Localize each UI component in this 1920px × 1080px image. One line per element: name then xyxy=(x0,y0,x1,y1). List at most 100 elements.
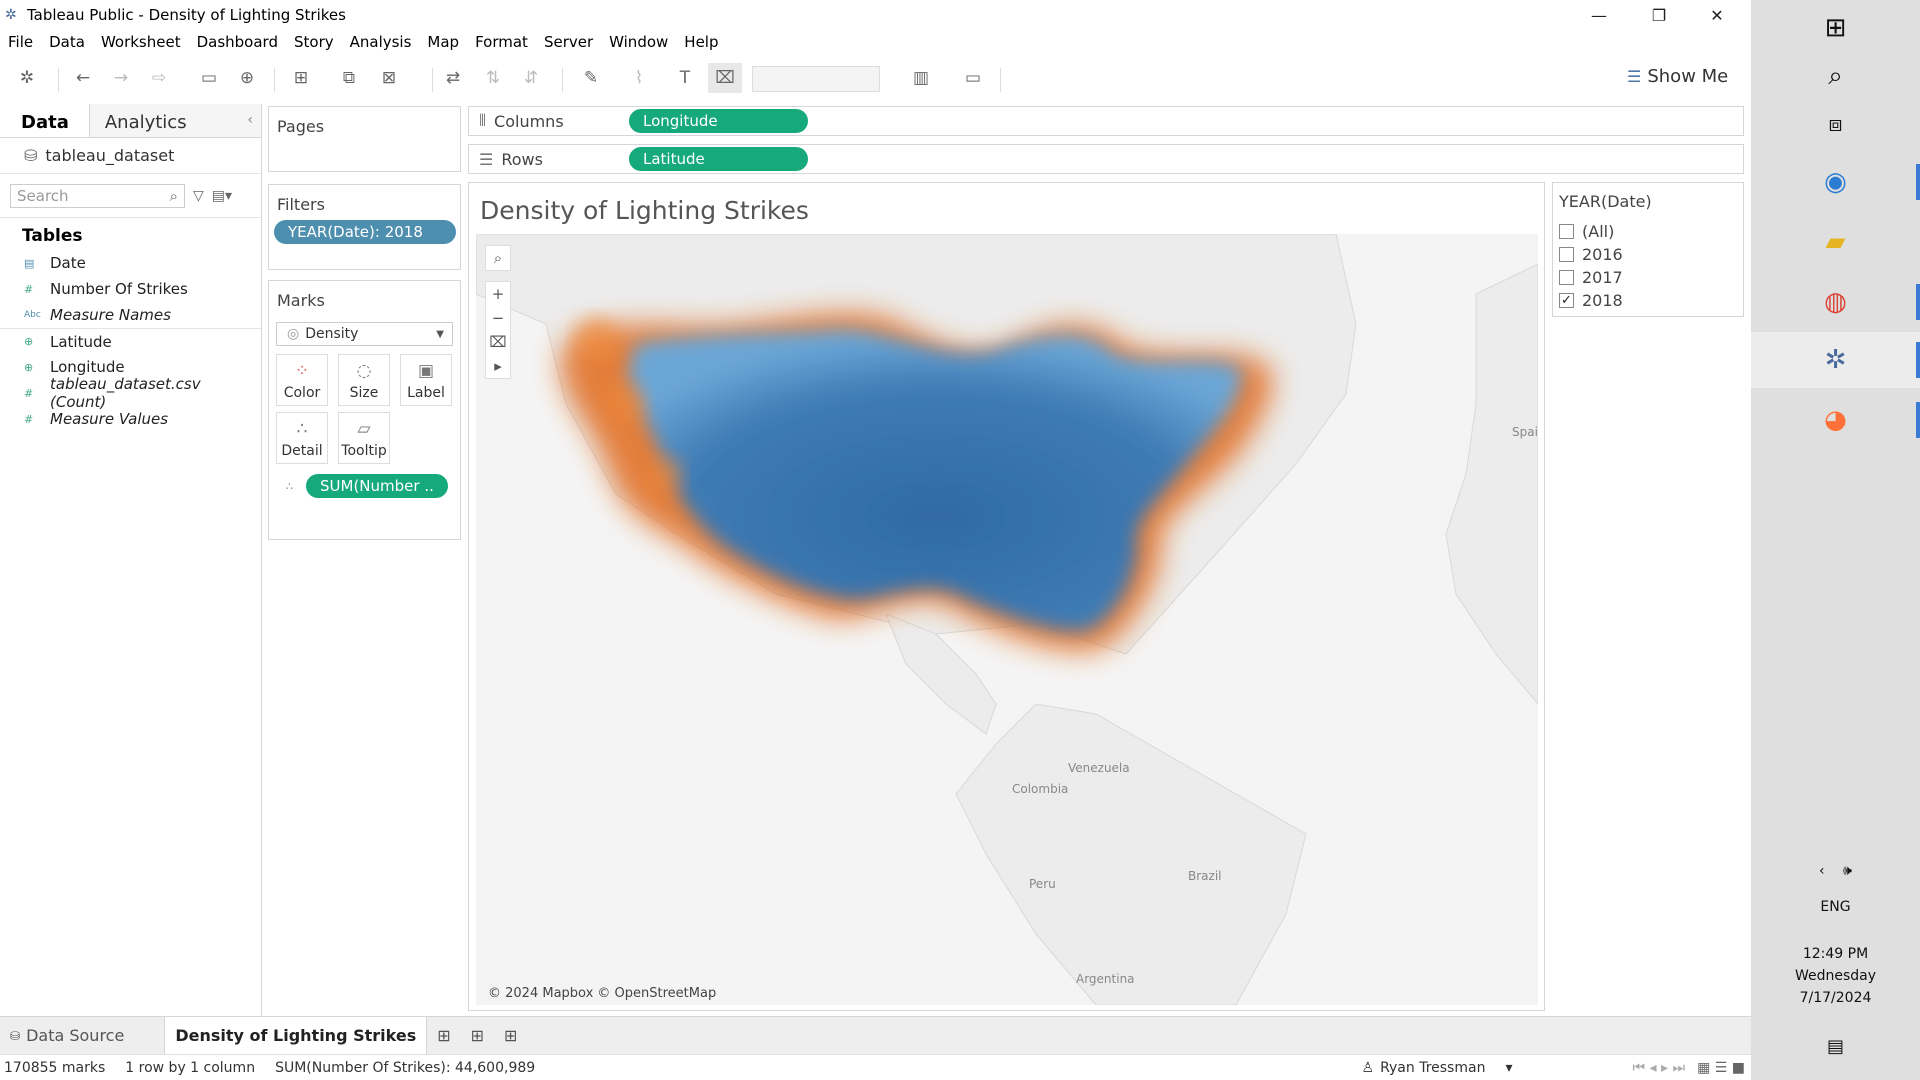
file-explorer-icon[interactable]: ▰ xyxy=(1751,214,1920,270)
show-me-button[interactable]: ☰ Show Me xyxy=(1627,66,1728,87)
year-option-all[interactable]: (All) xyxy=(1553,220,1743,243)
search-input[interactable]: Search ⌕ xyxy=(10,183,185,208)
year-option-label: 2017 xyxy=(1582,268,1623,287)
size-button[interactable]: ◌ Size xyxy=(338,354,390,406)
collapse-pane-icon[interactable]: ‹ xyxy=(247,112,253,128)
mark-type-dropdown[interactable]: ◎ Density ▼ xyxy=(276,322,453,346)
firefox-icon[interactable]: ◕ xyxy=(1751,392,1920,448)
tooltip-button[interactable]: ▱ Tooltip xyxy=(338,412,390,464)
map-canvas[interactable]: Spain Venezuela Colombia Peru Brazil Arg… xyxy=(476,234,1538,1005)
rows-pill-latitude[interactable]: Latitude xyxy=(629,147,808,171)
menu-format[interactable]: Format xyxy=(467,33,536,51)
filter-pill-year[interactable]: YEAR(Date): 2018 xyxy=(274,220,456,244)
duplicate-sheet-icon[interactable]: ⧉ xyxy=(336,63,362,93)
field-dataset-count[interactable]: # tableau_dataset.csv (Count) xyxy=(0,375,261,411)
highlight-icon[interactable]: ✎ xyxy=(578,63,604,93)
year-option-2017[interactable]: 2017 xyxy=(1553,266,1743,289)
sheet-sorter-icon[interactable]: ▦ ☰ ■ xyxy=(1697,1060,1745,1076)
tableau-taskbar-icon[interactable]: ✲ xyxy=(1751,332,1920,388)
menu-window[interactable]: Window xyxy=(601,33,676,51)
redo-icon[interactable]: → xyxy=(108,63,134,93)
group-icon[interactable]: ⌇ xyxy=(626,63,652,93)
clear-tooltip-icon[interactable]: ⌧ xyxy=(708,63,742,93)
clock-time[interactable]: 12:49 PM xyxy=(1751,943,1920,965)
undo-icon[interactable]: ← xyxy=(70,63,96,93)
notification-icon[interactable]: ▤ xyxy=(1751,1036,1920,1058)
zoom-in-icon[interactable]: + xyxy=(485,282,511,306)
menu-help[interactable]: Help xyxy=(676,33,726,51)
tableau-home-icon[interactable]: ✲ xyxy=(14,63,40,93)
filter-icon[interactable]: ▽ xyxy=(193,188,204,204)
new-worksheet-tab-icon[interactable]: ⊞ xyxy=(427,1017,460,1055)
task-view-icon[interactable]: ⧈ xyxy=(1751,96,1920,152)
label-button[interactable]: ▣ Label xyxy=(400,354,452,406)
field-date[interactable]: ▤ Date xyxy=(0,250,261,276)
user-menu-chevron-icon[interactable]: ▾ xyxy=(1505,1060,1512,1076)
fit-dropdown[interactable] xyxy=(752,66,880,92)
datasource-item[interactable]: ⛁ tableau_dataset xyxy=(0,138,261,174)
viz-title: Density of Lighting Strikes xyxy=(480,196,809,225)
volume-icon[interactable]: 🕪 xyxy=(1843,863,1852,879)
data-source-label: Data Source xyxy=(26,1026,125,1045)
search-icon: ⌕ xyxy=(169,186,178,205)
view-options-icon[interactable]: ▤▾ xyxy=(212,188,232,204)
measure-pill[interactable]: SUM(Number .. xyxy=(306,474,448,498)
menu-file[interactable]: File xyxy=(0,33,41,51)
sort-ascending-icon[interactable]: ⇅ xyxy=(480,63,506,93)
clear-sheet-icon[interactable]: ⊠ xyxy=(374,63,404,93)
show-labels-icon[interactable]: T xyxy=(672,63,698,93)
new-datasource-icon[interactable]: ⊕ xyxy=(234,63,260,93)
columns-pill-longitude[interactable]: Longitude xyxy=(629,109,808,133)
menu-story[interactable]: Story xyxy=(286,33,342,51)
field-measure-names[interactable]: Abc Measure Names xyxy=(0,302,261,328)
pages-card[interactable]: Pages xyxy=(268,106,461,172)
edge-browser-icon[interactable]: ◉ xyxy=(1751,154,1920,210)
show-hidden-icons-chevron-icon[interactable]: ‹ xyxy=(1819,863,1825,879)
zoom-out-icon[interactable]: − xyxy=(485,306,511,330)
detail-button[interactable]: ∴ Detail xyxy=(276,412,328,464)
sheet-nav-icon[interactable]: ⏮ ◂ ▸ ⏭ xyxy=(1632,1060,1685,1076)
chrome-browser-icon[interactable]: ◍ xyxy=(1751,274,1920,330)
tab-analytics[interactable]: Analytics xyxy=(88,104,261,137)
menu-data[interactable]: Data xyxy=(41,33,93,51)
swap-icon[interactable]: ⇄ xyxy=(440,63,466,93)
tableau-logo-icon: ✲ xyxy=(5,7,17,23)
new-dashboard-tab-icon[interactable]: ⊞ xyxy=(461,1017,494,1055)
maximize-button[interactable]: ❐ xyxy=(1630,0,1688,30)
checkbox-icon[interactable] xyxy=(1559,224,1574,239)
menu-worksheet[interactable]: Worksheet xyxy=(93,33,189,51)
tab-density-sheet[interactable]: Density of Lighting Strikes xyxy=(164,1016,428,1055)
reset-map-icon[interactable]: ⌧ xyxy=(485,330,511,354)
close-button[interactable]: ✕ xyxy=(1688,0,1746,30)
menu-dashboard[interactable]: Dashboard xyxy=(189,33,286,51)
map-label-venezuela: Venezuela xyxy=(1068,761,1130,775)
minimize-button[interactable]: — xyxy=(1570,0,1628,30)
menu-map[interactable]: Map xyxy=(419,33,467,51)
tab-data[interactable]: Data xyxy=(0,104,89,137)
save-icon[interactable]: ▭ xyxy=(196,63,222,93)
checkbox-icon[interactable] xyxy=(1559,247,1574,262)
menu-server[interactable]: Server xyxy=(536,33,601,51)
expand-toolbar-icon[interactable]: ▸ xyxy=(485,354,511,378)
map-search-control[interactable]: ⌕ xyxy=(485,245,511,271)
user-name[interactable]: Ryan Tressman xyxy=(1380,1060,1485,1076)
measure-field-icon: # xyxy=(24,282,34,296)
presentation-icon[interactable]: ▭ xyxy=(958,63,988,93)
show-cards-icon[interactable]: ▥ xyxy=(906,63,936,93)
new-story-tab-icon[interactable]: ⊞ xyxy=(494,1017,527,1055)
sort-descending-icon[interactable]: ⇵ xyxy=(518,63,544,93)
sheet-tabs-bar: ⛁ Data Source Density of Lighting Strike… xyxy=(0,1016,1751,1055)
field-number-of-strikes[interactable]: # Number Of Strikes xyxy=(0,276,261,302)
new-worksheet-icon[interactable]: ⊞ xyxy=(286,63,316,93)
menu-analysis[interactable]: Analysis xyxy=(342,33,420,51)
language-indicator[interactable]: ENG xyxy=(1751,896,1920,918)
year-option-2016[interactable]: 2016 xyxy=(1553,243,1743,266)
color-button[interactable]: ⁘ Color xyxy=(276,354,328,406)
field-latitude[interactable]: ⊕ Latitude xyxy=(0,328,261,354)
year-option-2018[interactable]: ✓ 2018 xyxy=(1553,289,1743,312)
checkbox-checked-icon[interactable]: ✓ xyxy=(1559,293,1574,308)
map-search-icon[interactable]: ⌕ xyxy=(485,246,511,270)
checkbox-icon[interactable] xyxy=(1559,270,1574,285)
tab-data-source[interactable]: ⛁ Data Source xyxy=(0,1017,134,1055)
replay-icon[interactable]: ⇨ xyxy=(146,63,172,93)
